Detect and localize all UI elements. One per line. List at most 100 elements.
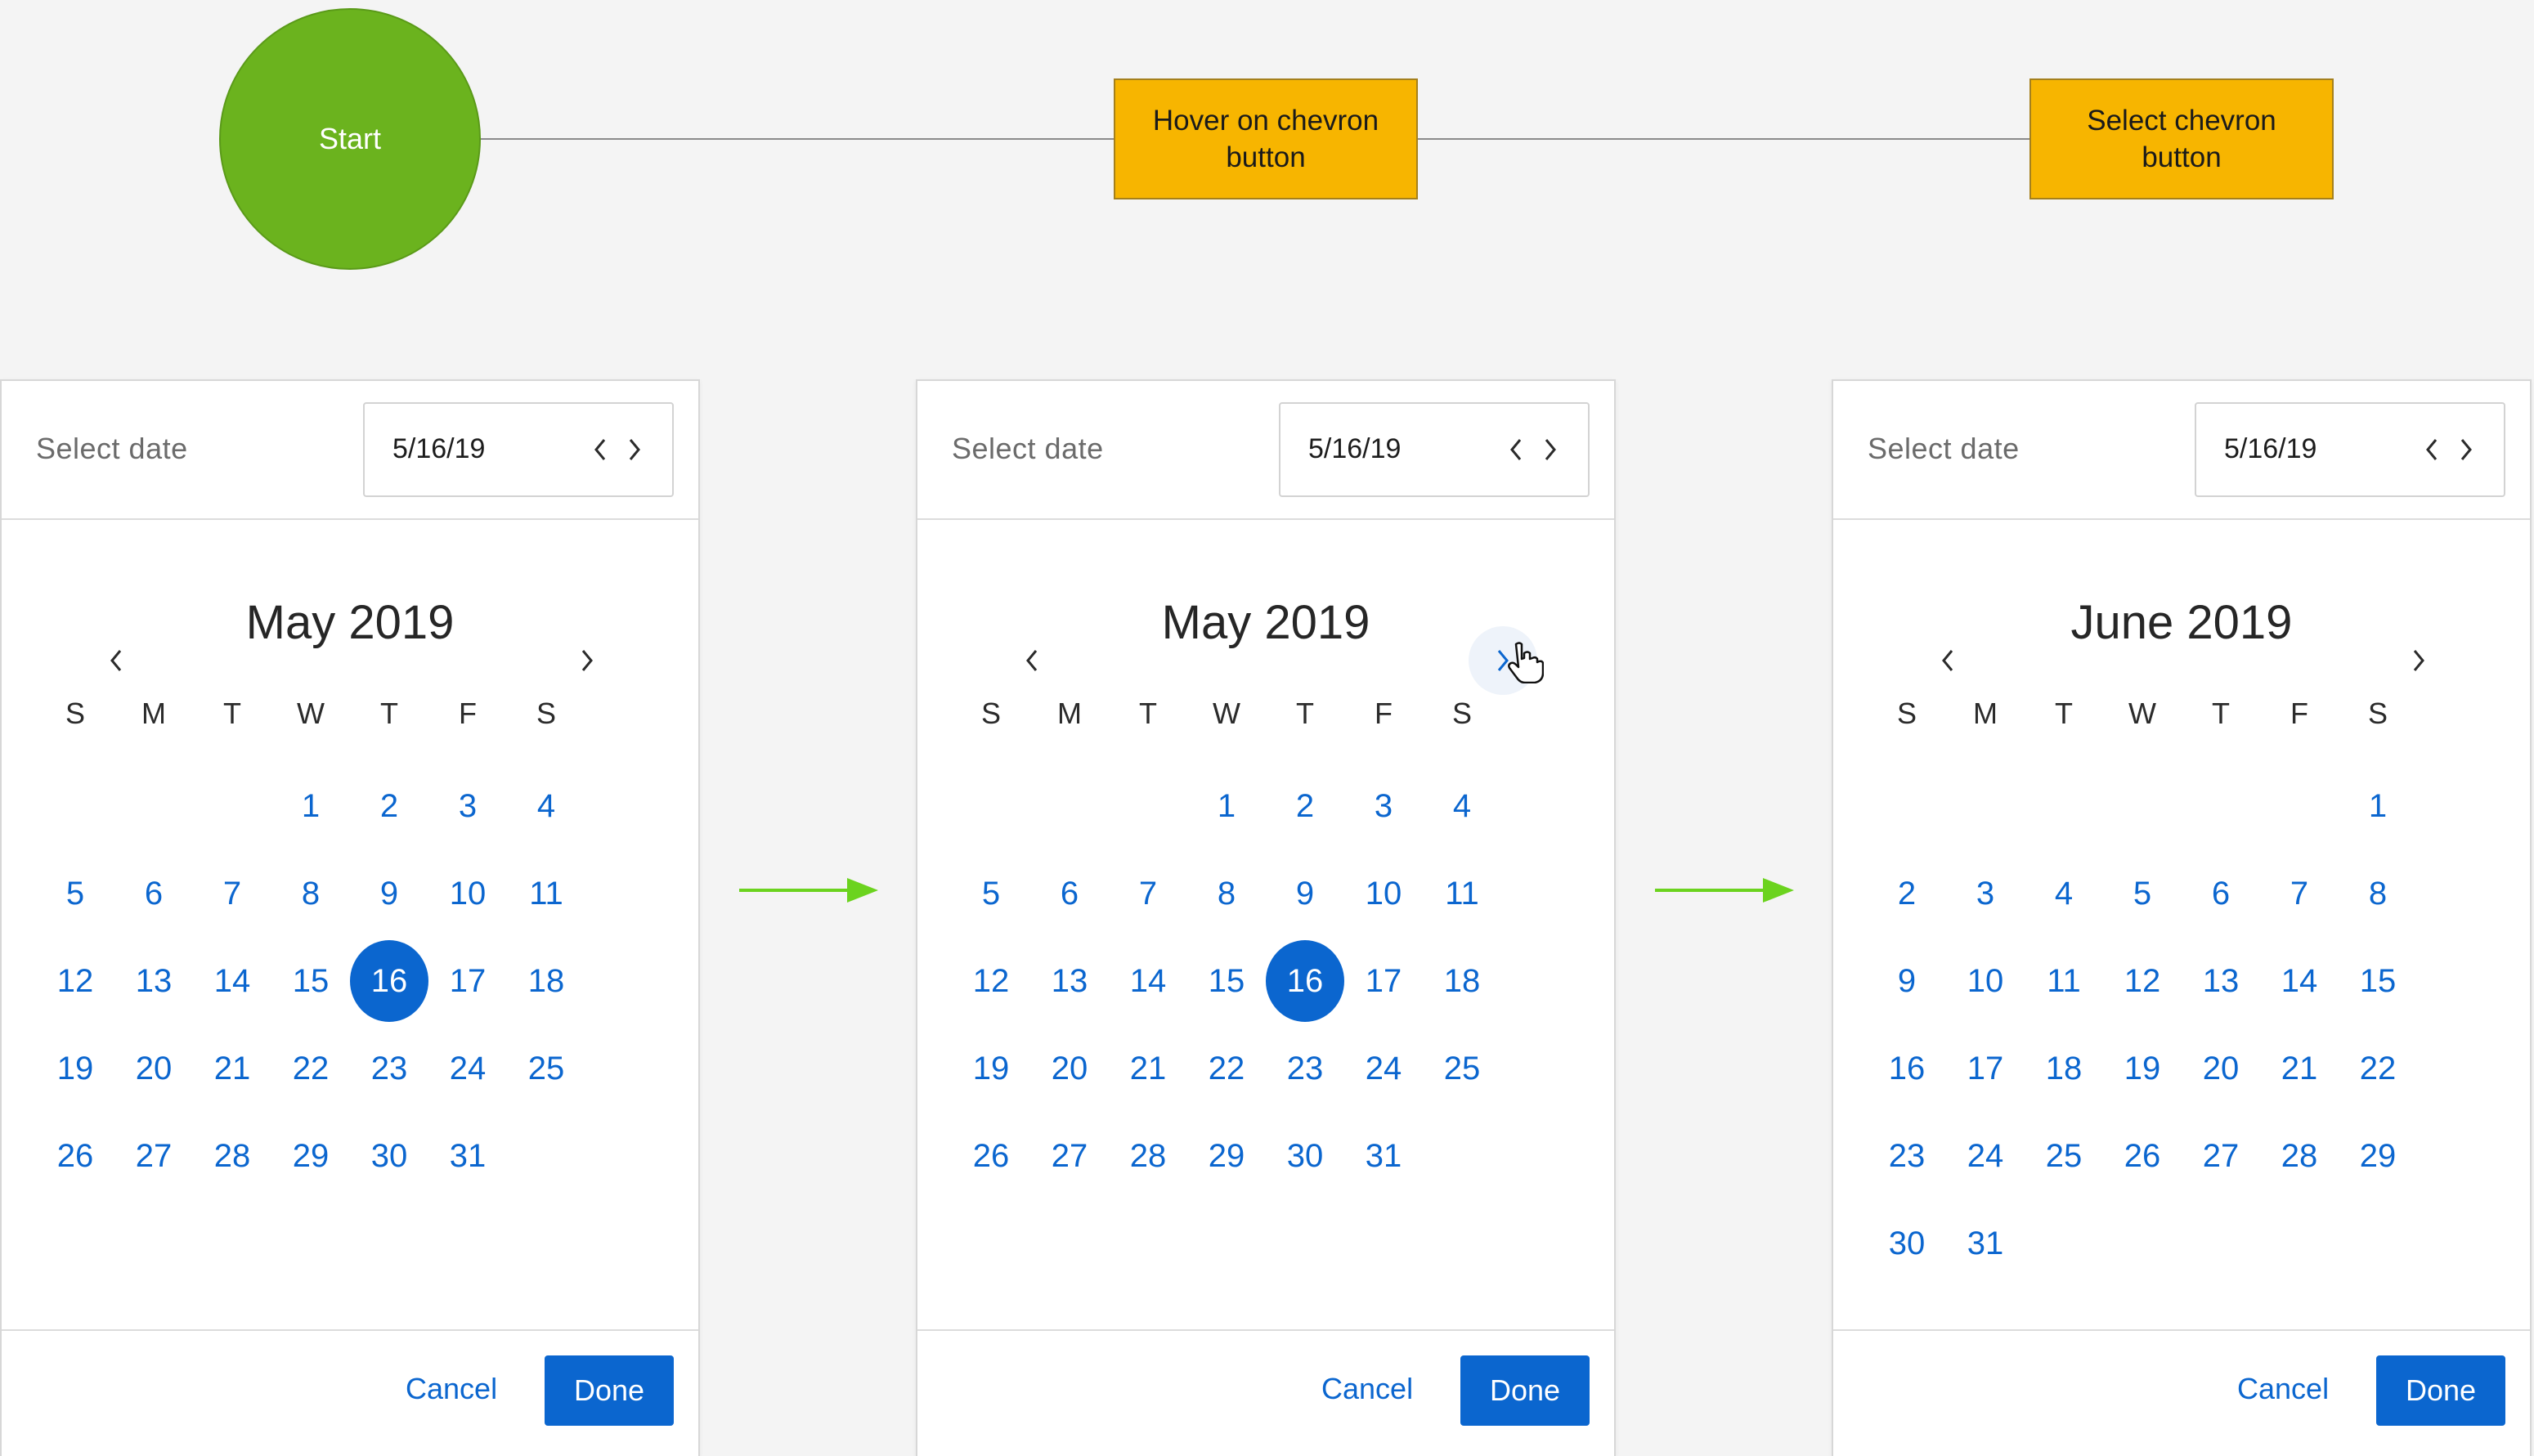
day-cell[interactable]: 11 <box>1423 853 1501 934</box>
day-cell[interactable]: 23 <box>1266 1028 1344 1109</box>
day-cell[interactable]: 7 <box>1109 853 1187 934</box>
day-cell[interactable]: 2 <box>350 765 428 847</box>
day-cell[interactable]: 1 <box>271 765 350 847</box>
day-cell[interactable]: 29 <box>271 1115 350 1197</box>
done-button[interactable]: Done <box>1460 1355 1590 1426</box>
day-cell[interactable]: 28 <box>1109 1115 1187 1197</box>
date-input-field[interactable]: 5/16/19 <box>363 402 674 497</box>
day-cell[interactable]: 23 <box>1868 1115 1946 1197</box>
day-cell[interactable]: 22 <box>1187 1028 1266 1109</box>
done-button[interactable]: Done <box>2376 1355 2505 1426</box>
date-input-field[interactable]: 5/16/19 <box>1279 402 1590 497</box>
day-cell[interactable]: 9 <box>1266 853 1344 934</box>
day-cell[interactable]: 13 <box>2182 940 2260 1022</box>
date-input-field[interactable]: 5/16/19 <box>2195 402 2505 497</box>
day-cell[interactable]: 20 <box>2182 1028 2260 1109</box>
day-cell[interactable]: 21 <box>1109 1028 1187 1109</box>
day-cell[interactable]: 2 <box>1868 853 1946 934</box>
day-cell[interactable]: 6 <box>1030 853 1109 934</box>
day-cell[interactable]: 5 <box>2103 853 2182 934</box>
chevron-right-icon[interactable] <box>621 433 648 466</box>
day-cell[interactable]: 29 <box>1187 1115 1266 1197</box>
day-cell[interactable]: 1 <box>2339 765 2417 847</box>
day-cell[interactable]: 30 <box>1266 1115 1344 1197</box>
day-cell[interactable]: 31 <box>428 1115 507 1197</box>
day-cell[interactable]: 18 <box>507 940 585 1022</box>
cancel-button[interactable]: Cancel <box>394 1364 509 1414</box>
day-cell[interactable]: 29 <box>2339 1115 2417 1197</box>
day-cell-selected[interactable]: 16 <box>1266 940 1344 1022</box>
day-cell[interactable]: 6 <box>2182 853 2260 934</box>
day-cell[interactable]: 11 <box>2025 940 2103 1022</box>
day-cell[interactable]: 8 <box>2339 853 2417 934</box>
day-cell[interactable]: 24 <box>428 1028 507 1109</box>
day-cell[interactable]: 25 <box>1423 1028 1501 1109</box>
day-cell[interactable]: 10 <box>1344 853 1423 934</box>
day-cell[interactable]: 12 <box>2103 940 2182 1022</box>
day-cell[interactable]: 25 <box>507 1028 585 1109</box>
chevron-left-icon[interactable] <box>1503 433 1529 466</box>
day-cell[interactable]: 12 <box>36 940 114 1022</box>
day-cell[interactable]: 9 <box>1868 940 1946 1022</box>
day-cell[interactable]: 15 <box>1187 940 1266 1022</box>
day-cell[interactable]: 28 <box>2260 1115 2339 1197</box>
day-cell[interactable]: 30 <box>1868 1203 1946 1284</box>
day-cell[interactable]: 17 <box>428 940 507 1022</box>
day-cell[interactable]: 13 <box>114 940 193 1022</box>
day-cell[interactable]: 10 <box>1946 940 2025 1022</box>
day-cell[interactable]: 23 <box>350 1028 428 1109</box>
day-cell[interactable]: 21 <box>193 1028 271 1109</box>
day-cell[interactable]: 26 <box>952 1115 1030 1197</box>
chevron-right-icon[interactable] <box>1537 433 1563 466</box>
day-cell[interactable]: 9 <box>350 853 428 934</box>
day-cell[interactable]: 10 <box>428 853 507 934</box>
day-cell[interactable]: 15 <box>2339 940 2417 1022</box>
day-cell[interactable]: 7 <box>193 853 271 934</box>
day-cell[interactable]: 13 <box>1030 940 1109 1022</box>
day-cell[interactable]: 16 <box>1868 1028 1946 1109</box>
day-cell[interactable]: 20 <box>1030 1028 1109 1109</box>
day-cell[interactable]: 18 <box>2025 1028 2103 1109</box>
day-cell[interactable]: 12 <box>952 940 1030 1022</box>
day-cell[interactable]: 24 <box>1344 1028 1423 1109</box>
next-month-button[interactable] <box>553 626 621 695</box>
day-cell[interactable]: 31 <box>1946 1203 2025 1284</box>
day-cell[interactable]: 6 <box>114 853 193 934</box>
day-cell[interactable]: 14 <box>1109 940 1187 1022</box>
day-cell[interactable]: 27 <box>2182 1115 2260 1197</box>
chevron-left-icon[interactable] <box>2419 433 2445 466</box>
day-cell[interactable]: 4 <box>2025 853 2103 934</box>
cancel-button[interactable]: Cancel <box>2226 1364 2340 1414</box>
chevron-left-icon[interactable] <box>587 433 613 466</box>
day-cell[interactable]: 3 <box>1946 853 2025 934</box>
day-cell[interactable]: 8 <box>1187 853 1266 934</box>
day-cell[interactable]: 27 <box>1030 1115 1109 1197</box>
day-cell[interactable]: 7 <box>2260 853 2339 934</box>
day-cell[interactable]: 2 <box>1266 765 1344 847</box>
day-cell[interactable]: 31 <box>1344 1115 1423 1197</box>
day-cell[interactable]: 17 <box>1344 940 1423 1022</box>
day-cell[interactable]: 4 <box>507 765 585 847</box>
day-cell[interactable]: 17 <box>1946 1028 2025 1109</box>
day-cell[interactable]: 19 <box>36 1028 114 1109</box>
done-button[interactable]: Done <box>545 1355 674 1426</box>
cancel-button[interactable]: Cancel <box>1310 1364 1424 1414</box>
day-cell[interactable]: 26 <box>2103 1115 2182 1197</box>
day-cell[interactable]: 22 <box>2339 1028 2417 1109</box>
day-cell[interactable]: 8 <box>271 853 350 934</box>
chevron-right-icon[interactable] <box>2453 433 2479 466</box>
day-cell[interactable]: 21 <box>2260 1028 2339 1109</box>
day-cell[interactable]: 27 <box>114 1115 193 1197</box>
day-cell-selected[interactable]: 16 <box>350 940 428 1022</box>
next-month-button[interactable] <box>2384 626 2453 695</box>
day-cell[interactable]: 26 <box>36 1115 114 1197</box>
day-cell[interactable]: 18 <box>1423 940 1501 1022</box>
day-cell[interactable]: 14 <box>2260 940 2339 1022</box>
day-cell[interactable]: 22 <box>271 1028 350 1109</box>
day-cell[interactable]: 30 <box>350 1115 428 1197</box>
day-cell[interactable]: 19 <box>2103 1028 2182 1109</box>
day-cell[interactable]: 11 <box>507 853 585 934</box>
day-cell[interactable]: 15 <box>271 940 350 1022</box>
day-cell[interactable]: 28 <box>193 1115 271 1197</box>
day-cell[interactable]: 5 <box>952 853 1030 934</box>
